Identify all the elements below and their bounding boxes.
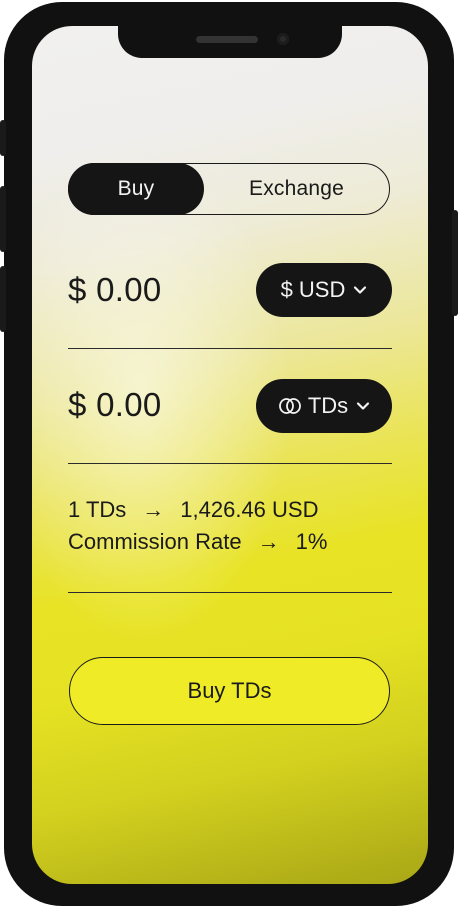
volume-down-button xyxy=(0,266,6,332)
divider xyxy=(68,348,392,349)
receive-currency-select[interactable]: TDs xyxy=(256,379,392,433)
divider xyxy=(68,463,392,464)
divider xyxy=(68,592,392,593)
dollar-sign: $ xyxy=(280,277,293,302)
side-action-button xyxy=(0,120,6,156)
td-coin-icon xyxy=(278,398,301,414)
trade-panel: Buy Exchange $ 0.00 $ USD $ 0.00 TDs 1 T… xyxy=(68,163,392,725)
power-button xyxy=(452,210,458,316)
volume-up-button xyxy=(0,186,6,252)
exchange-rate-line: 1 TDs → 1,426.46 USD xyxy=(68,497,318,523)
commission-left: Commission Rate xyxy=(68,529,242,554)
arrow-right-icon: → xyxy=(257,529,280,554)
tab-buy[interactable]: Buy xyxy=(68,163,204,215)
tab-exchange[interactable]: Exchange xyxy=(204,164,389,214)
chevron-down-icon xyxy=(357,402,370,410)
receive-amount-input[interactable]: $ 0.00 xyxy=(68,386,162,424)
receive-currency-label: TDs xyxy=(307,393,349,418)
rate-left: 1 TDs xyxy=(68,497,127,522)
pay-currency-label: USD xyxy=(298,277,346,302)
mode-toggle: Buy Exchange xyxy=(68,163,390,215)
pay-amount-input[interactable]: $ 0.00 xyxy=(68,271,162,309)
rate-right: 1,426.46 USD xyxy=(180,497,319,522)
chevron-down-icon xyxy=(354,286,367,294)
commission-line: Commission Rate → 1% xyxy=(68,529,327,555)
pay-currency-select[interactable]: $ USD xyxy=(256,263,392,317)
speaker-grille xyxy=(196,36,258,43)
front-camera xyxy=(277,33,289,45)
app-screen xyxy=(32,26,428,884)
arrow-right-icon: → xyxy=(142,497,165,522)
buy-tds-button[interactable]: Buy TDs xyxy=(69,657,390,725)
commission-right: 1% xyxy=(295,529,328,554)
